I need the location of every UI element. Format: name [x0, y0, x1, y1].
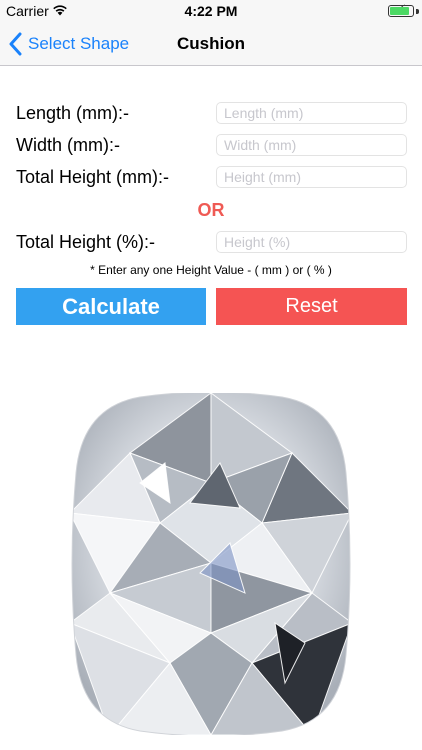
status-bar: Carrier 4:22 PM ⚡ — [0, 0, 422, 22]
height-hint: * Enter any one Height Value - ( mm ) or… — [90, 263, 332, 277]
total-height-pct-input[interactable] — [216, 231, 407, 253]
page-title: Cushion — [177, 34, 245, 53]
width-label: Width (mm):- — [16, 135, 120, 155]
calculate-button[interactable]: Calculate — [16, 288, 206, 325]
navigation-bar: Select Shape Cushion — [0, 22, 422, 66]
total-height-mm-input[interactable] — [216, 166, 407, 188]
battery-cap — [416, 9, 419, 14]
diamond-icon — [71, 391, 351, 737]
cushion-diamond-image — [70, 391, 352, 737]
or-separator: OR — [197, 200, 225, 220]
battery-icon — [388, 5, 414, 17]
total-height-mm-label: Total Height (mm):- — [16, 167, 170, 187]
reset-button[interactable]: Reset — [216, 288, 407, 325]
length-input[interactable] — [216, 102, 407, 124]
length-label: Length (mm):- — [16, 103, 130, 123]
width-input[interactable] — [216, 134, 407, 156]
total-height-pct-label: Total Height (%):- — [16, 232, 156, 252]
clock: 4:22 PM — [184, 3, 238, 19]
battery-level — [390, 7, 409, 15]
